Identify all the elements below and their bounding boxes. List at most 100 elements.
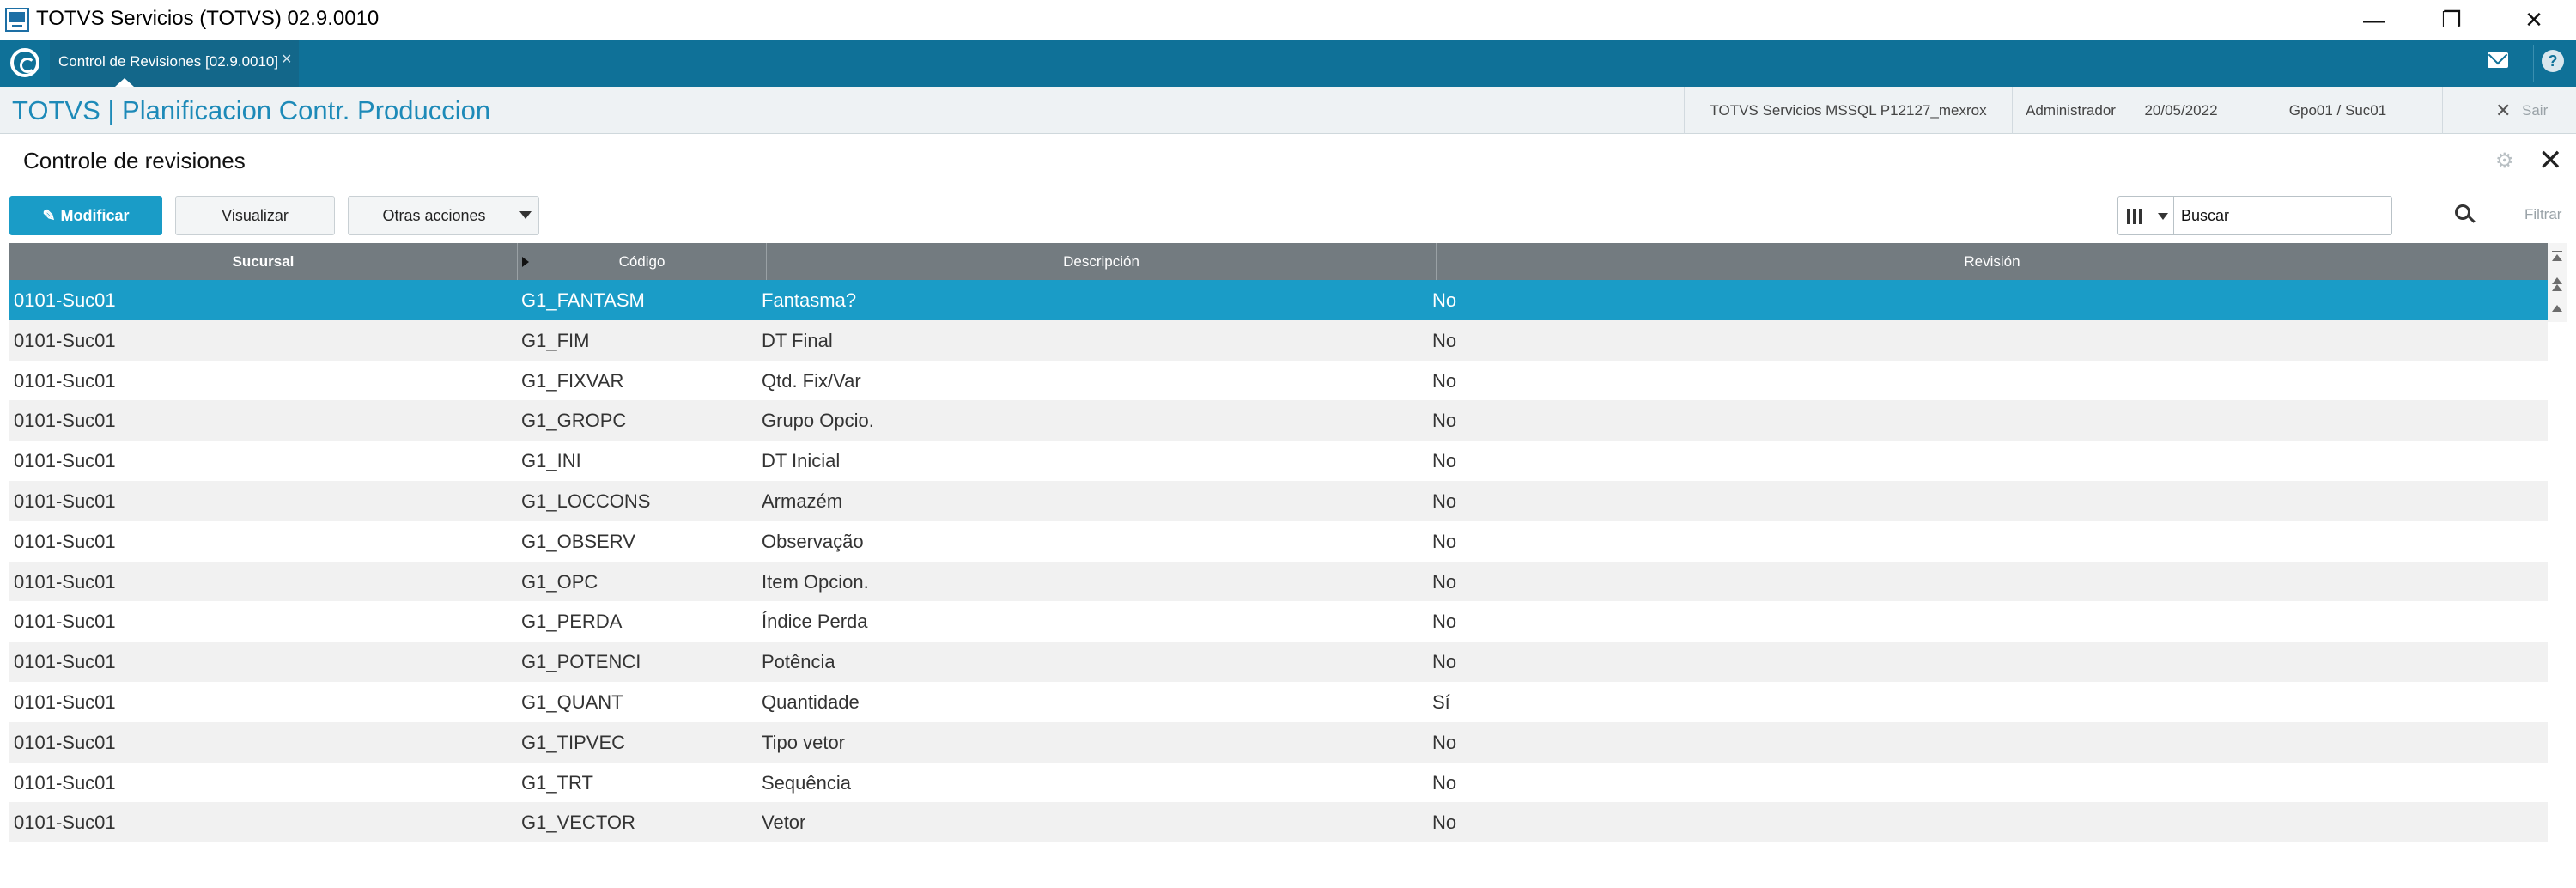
cell-codigo: G1_FANTASM	[521, 289, 645, 311]
column-header-codigo[interactable]: Código	[518, 243, 767, 280]
vertical-scrollbar[interactable]	[2548, 243, 2567, 322]
tab-bar: Control de Revisiones [02.9.0010] × ?	[0, 40, 2576, 87]
table-row[interactable]: 0101-Suc01 G1_FIM DT Final No	[9, 319, 2548, 361]
other-actions-button[interactable]: Otras acciones	[348, 196, 539, 235]
gear-icon[interactable]: ⚙	[2495, 151, 2516, 172]
window-title: TOTVS Servicios (TOTVS) 02.9.0010	[36, 7, 380, 30]
table-row[interactable]: 0101-Suc01 G1_LOCCONS Armazém No	[9, 481, 2548, 521]
tab-control-revisiones[interactable]: Control de Revisiones [02.9.0010] ×	[50, 40, 299, 87]
scroll-page-up-icon[interactable]	[2552, 277, 2562, 284]
view-label: Visualizar	[222, 206, 289, 224]
restore-button[interactable]: ❐	[2413, 0, 2490, 40]
cell-codigo: G1_VECTOR	[521, 812, 635, 834]
cell-sucursal: 0101-Suc01	[14, 570, 116, 593]
cell-descripcion: Tipo vetor	[762, 731, 846, 753]
cell-codigo: G1_INI	[521, 450, 581, 472]
cell-sucursal: 0101-Suc01	[14, 450, 116, 472]
cell-descripcion: Qtd. Fix/Var	[762, 369, 861, 392]
modify-button[interactable]: ✎ Modificar	[9, 196, 162, 235]
table-row[interactable]: 0101-Suc01 G1_POTENCI Potência No	[9, 642, 2548, 682]
cell-revision: No	[1432, 410, 1457, 432]
table-row[interactable]: 0101-Suc01 G1_INI DT Inicial No	[9, 441, 2548, 481]
table-row[interactable]: 0101-Suc01 G1_FIXVAR Qtd. Fix/Var No	[9, 361, 2548, 401]
filter-button[interactable]: Filtrar	[2524, 206, 2561, 223]
chevron-down-icon	[2158, 213, 2168, 220]
column-view-select[interactable]	[2117, 196, 2174, 235]
cell-revision: No	[1432, 329, 1457, 351]
table-row[interactable]: 0101-Suc01 G1_TRT Sequência No	[9, 763, 2548, 803]
table-row[interactable]: 0101-Suc01 G1_OBSERV Observação No	[9, 521, 2548, 562]
cell-revision: No	[1432, 530, 1457, 552]
table-row[interactable]: 0101-Suc01 G1_VECTOR Vetor No	[9, 802, 2548, 843]
scroll-up-icon[interactable]	[2552, 305, 2562, 312]
cell-sucursal: 0101-Suc01	[14, 651, 116, 673]
search-icon[interactable]	[2455, 204, 2470, 220]
module-title: TOTVS | Planificacion Contr. Produccion	[12, 95, 491, 125]
table-row[interactable]: 0101-Suc01 G1_PERDA Índice Perda No	[9, 601, 2548, 642]
search-input[interactable]	[2181, 205, 2353, 226]
table-row[interactable]: 0101-Suc01 G1_GROPC Grupo Opcio. No	[9, 400, 2548, 441]
table-header: Sucursal Código Descripción Revisión	[9, 243, 2548, 280]
cell-revision: No	[1432, 369, 1457, 392]
exit-button[interactable]: Sair	[2522, 102, 2548, 119]
totvs-logo-icon[interactable]	[10, 48, 39, 77]
cell-revision: No	[1432, 570, 1457, 593]
divider	[2533, 45, 2534, 82]
minimize-button[interactable]: —	[2336, 0, 2413, 40]
cell-descripcion: Quantidade	[762, 691, 860, 713]
cell-codigo: G1_TRT	[521, 771, 593, 794]
cell-sucursal: 0101-Suc01	[14, 530, 116, 552]
help-icon[interactable]: ?	[2542, 50, 2564, 72]
close-icon[interactable]: ✕	[2538, 146, 2563, 175]
table-row[interactable]: 0101-Suc01 G1_TIPVEC Tipo vetor No	[9, 721, 2548, 763]
cell-codigo: G1_LOCCONS	[521, 490, 651, 512]
cell-descripcion: Grupo Opcio.	[762, 410, 874, 432]
column-header-revision[interactable]: Revisión	[1437, 243, 2548, 280]
cell-descripcion: Observação	[762, 530, 864, 552]
cell-codigo: G1_OBSERV	[521, 530, 635, 552]
table-row[interactable]: 0101-Suc01 G1_FANTASM Fantasma? No	[9, 280, 2548, 320]
exit-icon[interactable]: ✕	[2495, 100, 2511, 122]
cell-codigo: G1_FIM	[521, 329, 590, 351]
user-info: Administrador	[2012, 87, 2129, 134]
pencil-icon: ✎	[42, 206, 56, 224]
cell-codigo: G1_OPC	[521, 570, 598, 593]
table-row[interactable]: 0101-Suc01 G1_OPC Item Opcion. No	[9, 561, 2548, 602]
branch-info: Gpo01 / Suc01	[2233, 87, 2443, 134]
cell-descripcion: Vetor	[762, 812, 806, 834]
cell-descripcion: Item Opcion.	[762, 570, 869, 593]
view-button[interactable]: Visualizar	[175, 196, 335, 235]
cell-revision: No	[1432, 731, 1457, 753]
column-header-descripcion[interactable]: Descripción	[767, 243, 1437, 280]
cell-descripcion: Sequência	[762, 771, 851, 794]
app-icon	[5, 8, 29, 32]
column-header-sucursal[interactable]: Sucursal	[9, 243, 518, 280]
cell-sucursal: 0101-Suc01	[14, 611, 116, 633]
scroll-top-icon[interactable]	[2552, 254, 2562, 261]
cell-sucursal: 0101-Suc01	[14, 691, 116, 713]
table-row[interactable]: 0101-Suc01 G1_QUANT Quantidade Sí	[9, 682, 2548, 722]
active-tab-caret-icon	[115, 78, 134, 87]
tab-label: Control de Revisiones [02.9.0010]	[58, 53, 279, 70]
module-header: TOTVS | Planificacion Contr. Produccion …	[0, 87, 2576, 134]
cell-codigo: G1_QUANT	[521, 691, 623, 713]
cell-descripcion: Armazém	[762, 490, 843, 512]
columns-icon	[2127, 209, 2146, 224]
mail-icon[interactable]	[2488, 52, 2508, 68]
cell-codigo: G1_POTENCI	[521, 651, 641, 673]
cell-sucursal: 0101-Suc01	[14, 812, 116, 834]
page-title: Controle de revisiones	[23, 148, 246, 173]
environment-info: TOTVS Servicios MSSQL P12127_mexrox	[1684, 87, 2012, 134]
close-window-button[interactable]: ✕	[2495, 0, 2573, 40]
cell-descripcion: DT Final	[762, 329, 833, 351]
cell-sucursal: 0101-Suc01	[14, 410, 116, 432]
tab-close-icon[interactable]: ×	[282, 50, 292, 70]
cell-sucursal: 0101-Suc01	[14, 490, 116, 512]
cell-sucursal: 0101-Suc01	[14, 731, 116, 753]
cell-revision: No	[1432, 289, 1457, 311]
cell-descripcion: Índice Perda	[762, 611, 868, 633]
window-titlebar: TOTVS Servicios (TOTVS) 02.9.0010 — ❐ ✕	[0, 0, 2576, 40]
search-box[interactable]	[2174, 196, 2392, 235]
cell-codigo: G1_TIPVEC	[521, 731, 626, 753]
cell-sucursal: 0101-Suc01	[14, 289, 116, 311]
